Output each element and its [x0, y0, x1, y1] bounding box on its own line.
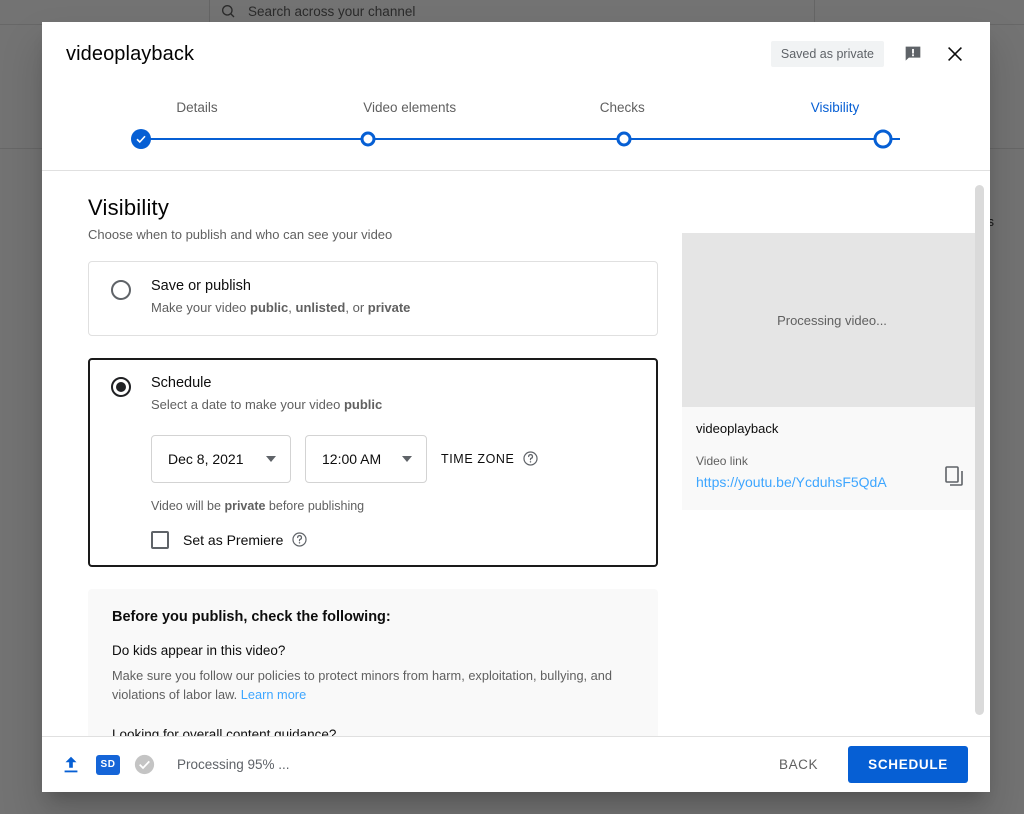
premiere-label-wrap: Set as Premiere: [183, 531, 308, 548]
schedule-button[interactable]: Schedule: [848, 746, 968, 783]
desc-sep2: , or: [345, 300, 368, 315]
dialog-footer: SD Processing 95% ... Back Schedule: [42, 736, 990, 792]
step-label-checks[interactable]: Checks: [557, 100, 687, 115]
dialog-header: videoplayback Saved as private: [42, 22, 990, 86]
option-desc-schedule: Select a date to make your video public: [151, 396, 637, 415]
scrollbar-thumb[interactable]: [975, 185, 984, 715]
help-circle-icon[interactable]: [522, 450, 539, 467]
video-preview-panel: Processing video... videoplayback Video …: [658, 195, 982, 736]
schedule-controls: Dec 8, 2021 12:00 AM TIME ZONE: [151, 434, 637, 483]
note-private: private: [224, 498, 266, 513]
preview-card: Processing video... videoplayback Video …: [682, 233, 982, 510]
content-scrollbar[interactable]: [975, 181, 984, 728]
date-select[interactable]: Dec 8, 2021: [151, 434, 291, 483]
timezone-control[interactable]: TIME ZONE: [441, 450, 539, 467]
desc-prefix: Make your video: [151, 300, 250, 315]
premiere-checkbox[interactable]: [151, 530, 169, 549]
step-node-details[interactable]: [131, 129, 152, 149]
option-desc-save-or-publish: Make your video public, unlisted, or pri…: [151, 299, 637, 318]
sched-desc-public: public: [343, 396, 383, 412]
checklist-answer-kids-text: Make sure you follow our policies to pro…: [112, 667, 613, 703]
header-actions: Saved as private: [770, 41, 968, 67]
quality-badge: SD: [96, 754, 120, 775]
close-icon[interactable]: [942, 41, 968, 67]
dialog-body: Visibility Choose when to publish and wh…: [42, 171, 990, 736]
dialog-title: videoplayback: [66, 42, 195, 65]
step-node-visibility[interactable]: [873, 129, 893, 149]
chevron-down-icon: [266, 455, 276, 462]
sched-desc-prefix: Select a date to make your video: [151, 396, 344, 412]
premiere-row[interactable]: Set as Premiere: [151, 530, 637, 549]
upload-status-group: SD Processing 95% ...: [60, 754, 290, 776]
stepper-track-line: [132, 138, 900, 140]
processing-status: Processing 95% ...: [177, 757, 290, 772]
schedule-note: Video will be private before publishing: [151, 499, 637, 513]
publish-checklist: Before you publish, check the following:…: [88, 588, 658, 736]
desc-sep1: ,: [288, 300, 296, 315]
radio-schedule[interactable]: [111, 376, 131, 397]
footer-buttons: Back Schedule: [767, 746, 968, 783]
processing-text: Processing video...: [777, 312, 887, 328]
note-suffix: before publishing: [265, 498, 365, 513]
checklist-answer-kids: Make sure you follow our policies to pro…: [112, 666, 636, 705]
time-value: 12:00 AM: [322, 450, 382, 467]
desc-public: public: [250, 300, 289, 315]
video-link-url[interactable]: https://youtu.be/YcduhsF5QdA: [696, 474, 887, 490]
page-subtitle: Choose when to publish and who can see y…: [88, 227, 393, 242]
help-circle-icon[interactable]: [291, 531, 308, 548]
back-button[interactable]: Back: [767, 747, 830, 782]
step-label-video-elements[interactable]: Video elements: [345, 100, 475, 115]
time-select[interactable]: 12:00 AM: [305, 434, 427, 483]
status-badge: Saved as private: [770, 41, 884, 67]
checklist-title: Before you publish, check the following:: [112, 608, 391, 625]
video-filename: videoplayback: [696, 421, 779, 436]
radio-save-or-publish[interactable]: [111, 280, 131, 300]
note-prefix: Video will be: [151, 498, 225, 513]
desc-unlisted: unlisted: [295, 300, 346, 315]
stepper-track: [131, 127, 900, 151]
option-schedule[interactable]: Schedule Select a date to make your vide…: [88, 357, 658, 567]
date-value: Dec 8, 2021: [168, 450, 244, 467]
video-link-label: Video link: [696, 454, 748, 468]
step-node-video-elements[interactable]: [360, 131, 376, 147]
copy-icon[interactable]: [942, 464, 968, 490]
step-label-visibility[interactable]: Visibility: [770, 100, 900, 115]
video-meta: videoplayback Video link https://youtu.b…: [682, 407, 982, 510]
desc-private: private: [367, 300, 411, 315]
upload-dialog: videoplayback Saved as private Details V…: [42, 22, 990, 792]
visibility-panel: Visibility Choose when to publish and wh…: [88, 195, 658, 736]
check-circle-icon: [134, 754, 155, 775]
option-save-or-publish[interactable]: Save or publish Make your video public, …: [88, 261, 658, 336]
chevron-down-icon: [402, 455, 412, 462]
video-thumbnail: Processing video...: [682, 233, 982, 407]
step-label-details[interactable]: Details: [132, 100, 262, 115]
timezone-label: TIME ZONE: [441, 451, 515, 466]
option-title-save-or-publish: Save or publish: [151, 278, 251, 294]
premiere-label: Set as Premiere: [183, 531, 284, 548]
learn-more-link-kids[interactable]: Learn more: [241, 687, 306, 702]
stepper-labels: Details Video elements Checks Visibility: [132, 100, 900, 115]
step-node-checks[interactable]: [616, 131, 632, 147]
upload-icon: [64, 756, 78, 772]
checklist-question-guidance: Looking for overall content guidance?: [112, 726, 337, 736]
checklist-question-kids: Do kids appear in this video?: [112, 642, 286, 658]
wizard-stepper: Details Video elements Checks Visibility: [42, 86, 990, 171]
page-title: Visibility: [88, 195, 170, 220]
option-title-schedule: Schedule: [151, 374, 212, 391]
feedback-icon[interactable]: [900, 41, 926, 67]
